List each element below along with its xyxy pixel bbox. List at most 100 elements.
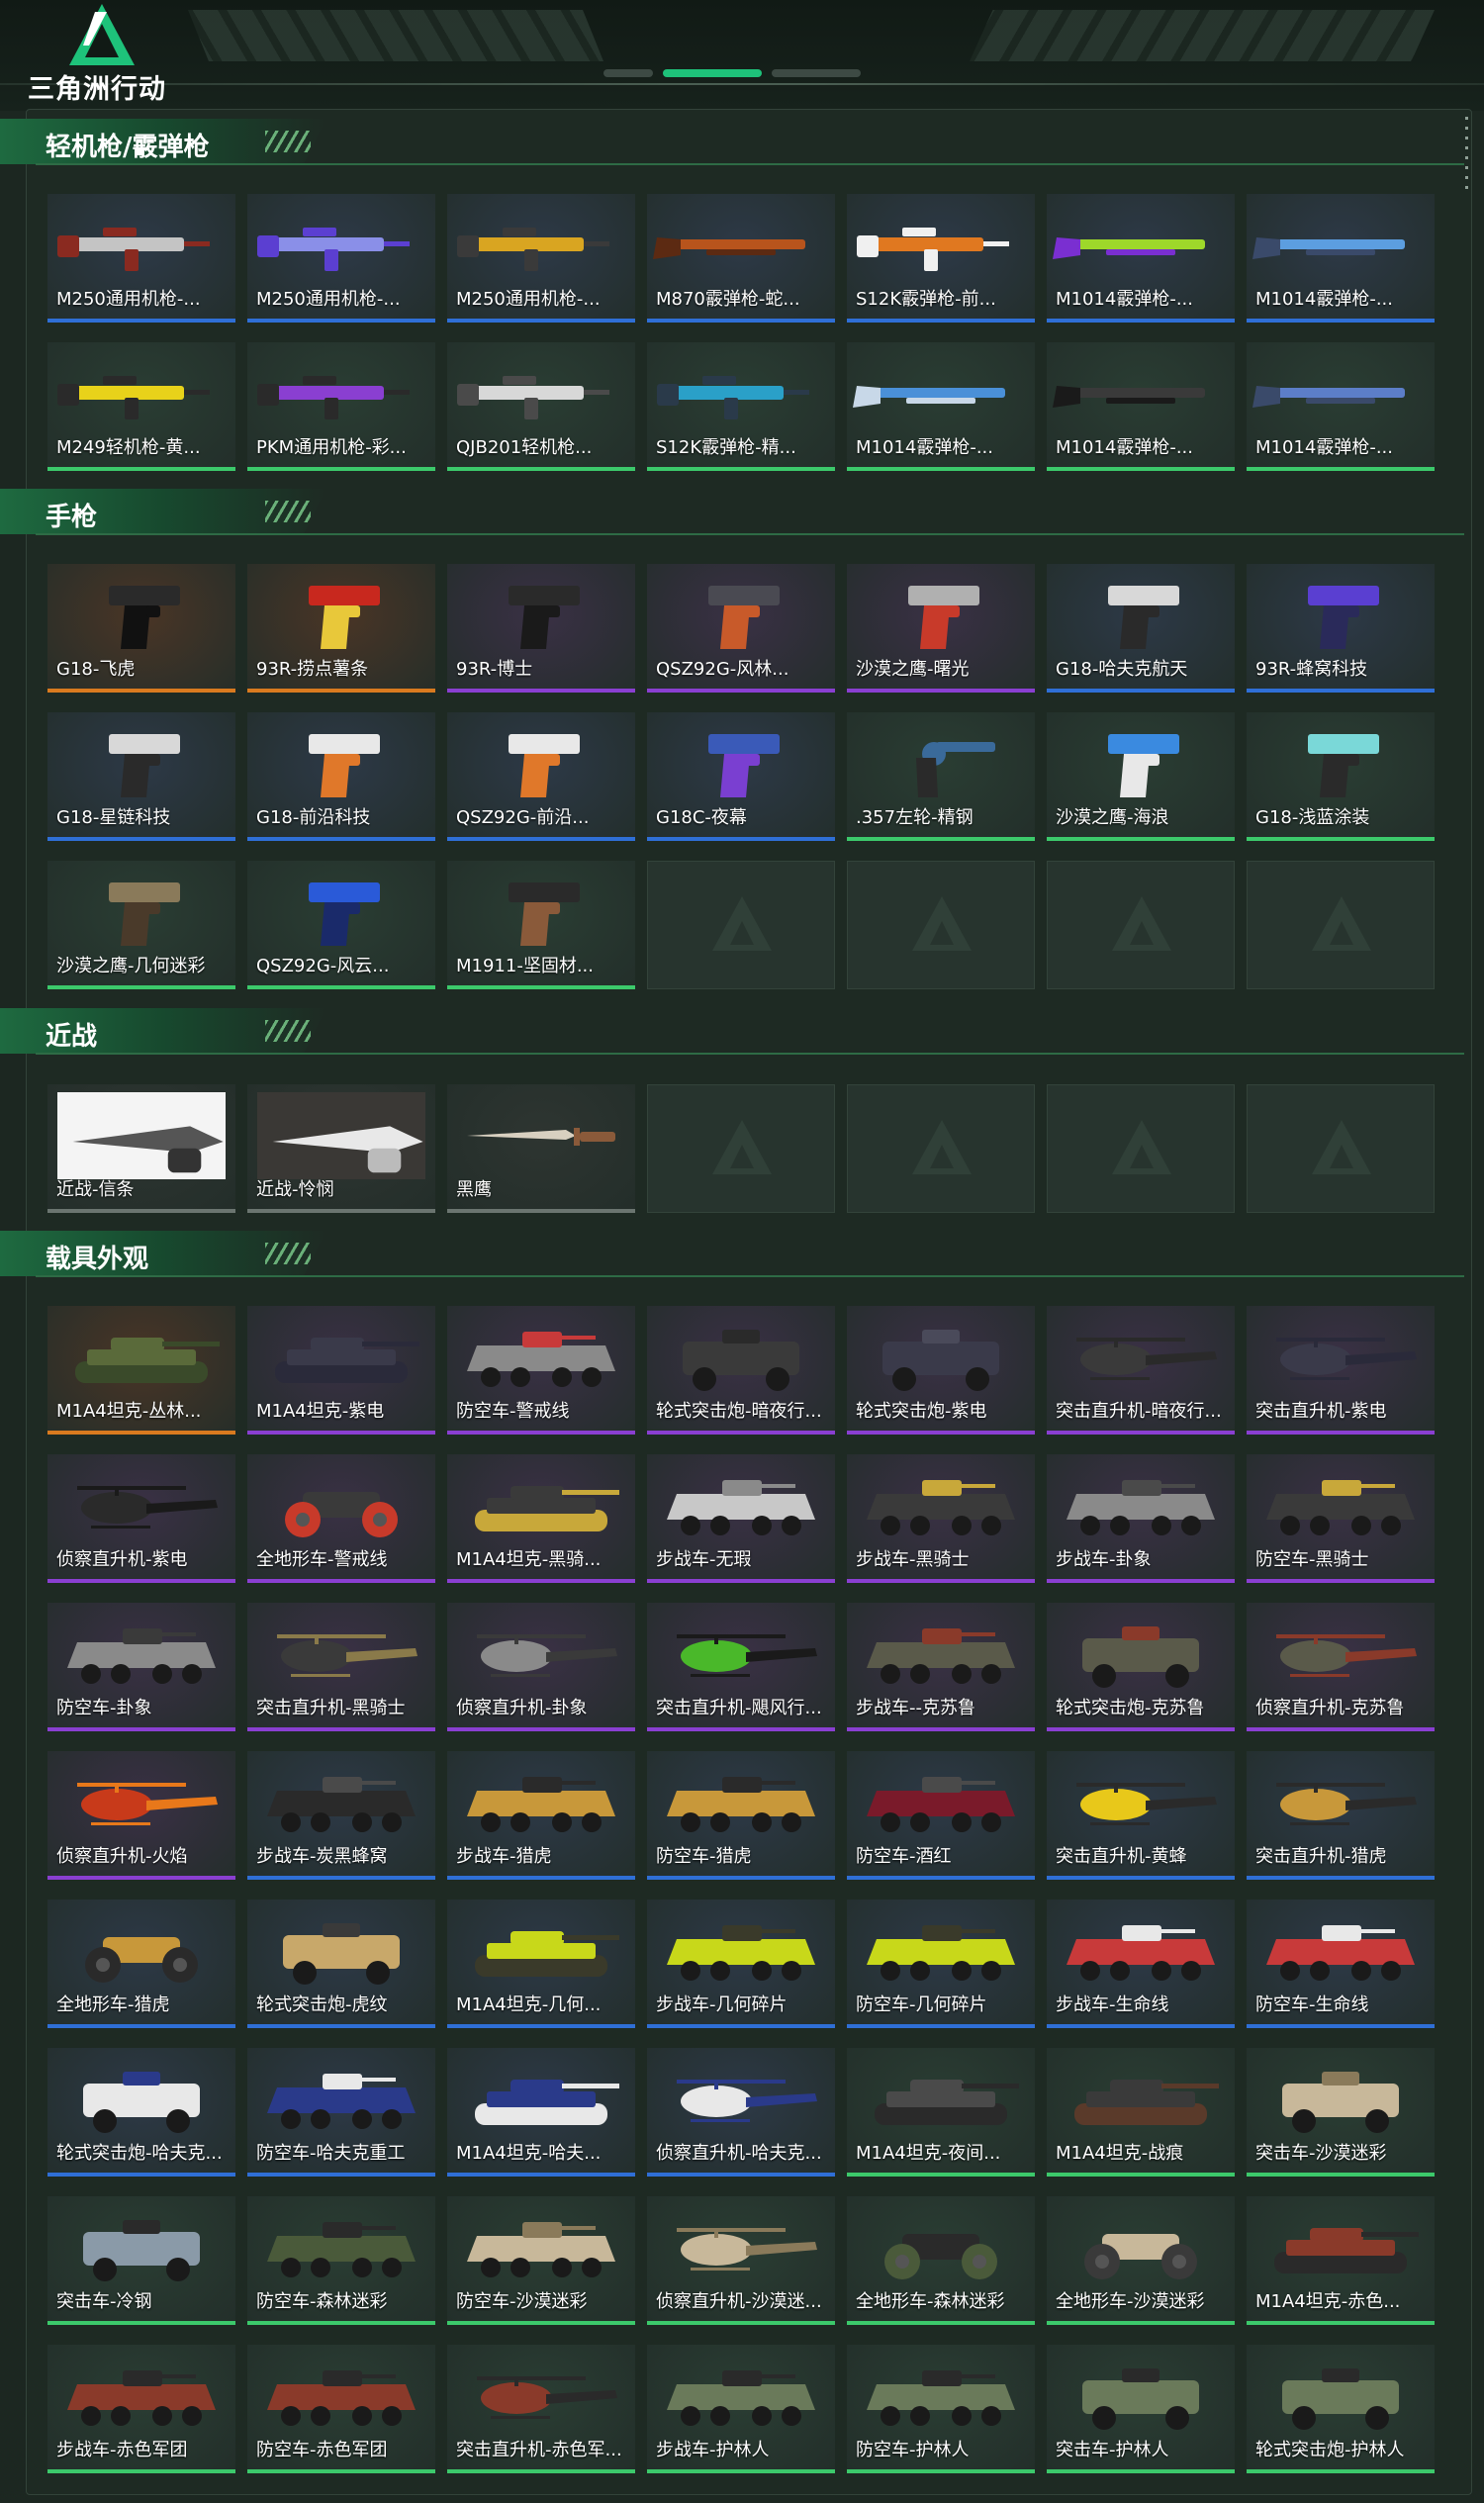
item-card[interactable]: M249轻机枪-黄... xyxy=(47,342,235,471)
item-card[interactable]: M250通用机枪-... xyxy=(47,194,235,323)
item-card[interactable]: 93R-博士 xyxy=(447,564,635,693)
item-card[interactable]: M1A4坦克-赤色... xyxy=(1247,2196,1435,2325)
item-card[interactable]: 轮式突击炮-克苏鲁 xyxy=(1047,1603,1235,1731)
item-card[interactable]: 步战车-卦象 xyxy=(1047,1454,1235,1583)
item-card[interactable]: M1A4坦克-夜间... xyxy=(847,2048,1035,2177)
item-card[interactable]: 防空车-哈夫克重工 xyxy=(247,2048,435,2177)
rarity-strip xyxy=(47,1876,235,1880)
item-card[interactable]: QSZ92G-风林... xyxy=(647,564,835,693)
item-card[interactable]: 步战车-几何碎片 xyxy=(647,1900,835,2028)
item-card[interactable]: S12K霰弹枪-前... xyxy=(847,194,1035,323)
item-card[interactable]: 突击直升机-紫电 xyxy=(1247,1306,1435,1435)
item-card[interactable]: 防空车-黑骑士 xyxy=(1247,1454,1435,1583)
rarity-strip xyxy=(647,689,835,693)
item-card[interactable]: QJB201轻机枪... xyxy=(447,342,635,471)
item-card[interactable]: 全地形车-森林迷彩 xyxy=(847,2196,1035,2325)
item-card[interactable]: .357左轮-精钢 xyxy=(847,712,1035,841)
item-card[interactable]: 93R-捞点薯条 xyxy=(247,564,435,693)
item-card[interactable]: M1A4坦克-黑骑... xyxy=(447,1454,635,1583)
item-card[interactable]: G18-前沿科技 xyxy=(247,712,435,841)
item-card[interactable]: 轮式突击炮-护林人 xyxy=(1247,2345,1435,2473)
item-card[interactable]: 步战车-生命线 xyxy=(1047,1900,1235,2028)
item-card[interactable]: 防空车-警戒线 xyxy=(447,1306,635,1435)
heli-image xyxy=(47,1454,235,1553)
item-card[interactable]: 突击直升机-飓风行... xyxy=(647,1603,835,1731)
item-card[interactable]: M1014霰弹枪-... xyxy=(1047,194,1235,323)
item-card[interactable]: M1A4坦克-丛林... xyxy=(47,1306,235,1435)
item-card[interactable]: 侦察直升机-卦象 xyxy=(447,1603,635,1731)
item-card[interactable]: G18-哈夫克航天 xyxy=(1047,564,1235,693)
item-card[interactable]: 防空车-沙漠迷彩 xyxy=(447,2196,635,2325)
item-card[interactable]: 93R-蜂窝科技 xyxy=(1247,564,1435,693)
item-card[interactable]: M870霰弹枪-蛇... xyxy=(647,194,835,323)
item-card[interactable]: 突击直升机-赤色军... xyxy=(447,2345,635,2473)
item-card[interactable]: 轮式突击炮-虎纹 xyxy=(247,1900,435,2028)
item-card[interactable]: 侦察直升机-克苏鲁 xyxy=(1247,1603,1435,1731)
item-card[interactable]: M1014霰弹枪-... xyxy=(1247,342,1435,471)
item-card[interactable]: QSZ92G-前沿... xyxy=(447,712,635,841)
item-card[interactable]: 步战车--克苏鲁 xyxy=(847,1603,1035,1731)
item-card[interactable]: 近战-信条 xyxy=(47,1084,235,1213)
item-card[interactable]: M1911-坚固材... xyxy=(447,861,635,989)
item-card[interactable]: 防空车-森林迷彩 xyxy=(247,2196,435,2325)
item-card[interactable]: 突击车-冷钢 xyxy=(47,2196,235,2325)
item-card[interactable]: 步战车-赤色军团 xyxy=(47,2345,235,2473)
shotgun-image xyxy=(1047,342,1235,441)
item-card[interactable]: 防空车-几何碎片 xyxy=(847,1900,1035,2028)
item-card[interactable]: M1A4坦克-紫电 xyxy=(247,1306,435,1435)
scrollbar-handle[interactable] xyxy=(1464,117,1470,189)
item-card[interactable]: 突击直升机-猎虎 xyxy=(1247,1751,1435,1880)
item-card[interactable]: G18C-夜幕 xyxy=(647,712,835,841)
item-card[interactable]: 黑鹰 xyxy=(447,1084,635,1213)
item-card[interactable]: 侦察直升机-沙漠迷... xyxy=(647,2196,835,2325)
section-divider xyxy=(36,533,1464,535)
item-card[interactable]: PKM通用机枪-彩... xyxy=(247,342,435,471)
item-card[interactable]: 全地形车-猎虎 xyxy=(47,1900,235,2028)
item-card[interactable]: 侦察直升机-紫电 xyxy=(47,1454,235,1583)
item-card[interactable]: M1014霰弹枪-... xyxy=(1247,194,1435,323)
item-card[interactable]: 突击直升机-黑骑士 xyxy=(247,1603,435,1731)
item-card[interactable]: 防空车-猎虎 xyxy=(647,1751,835,1880)
item-card[interactable]: M250通用机枪-... xyxy=(447,194,635,323)
item-card[interactable]: G18-浅蓝涂装 xyxy=(1247,712,1435,841)
item-card[interactable]: 防空车-卦象 xyxy=(47,1603,235,1731)
item-card[interactable]: M250通用机枪-... xyxy=(247,194,435,323)
item-card[interactable]: M1014霰弹枪-... xyxy=(1047,342,1235,471)
item-card[interactable]: M1A4坦克-哈夫... xyxy=(447,2048,635,2177)
item-card[interactable]: 轮式突击炮-暗夜行... xyxy=(647,1306,835,1435)
item-card[interactable]: 步战车-炭黑蜂窝 xyxy=(247,1751,435,1880)
item-card[interactable]: M1014霰弹枪-... xyxy=(847,342,1035,471)
item-card[interactable]: QSZ92G-风云... xyxy=(247,861,435,989)
item-name: 突击直升机-飓风行... xyxy=(656,1698,822,1718)
item-card[interactable]: G18-飞虎 xyxy=(47,564,235,693)
item-card[interactable]: 步战车-护林人 xyxy=(647,2345,835,2473)
item-card[interactable]: 突击车-沙漠迷彩 xyxy=(1247,2048,1435,2177)
item-card[interactable]: 步战车-黑骑士 xyxy=(847,1454,1035,1583)
item-card[interactable]: 沙漠之鹰-曙光 xyxy=(847,564,1035,693)
item-card[interactable]: 突击直升机-黄蜂 xyxy=(1047,1751,1235,1880)
item-card[interactable]: 沙漠之鹰-几何迷彩 xyxy=(47,861,235,989)
item-name: M1A4坦克-丛林... xyxy=(56,1401,202,1422)
item-card[interactable]: 突击直升机-暗夜行... xyxy=(1047,1306,1235,1435)
item-card[interactable]: 全地形车-沙漠迷彩 xyxy=(1047,2196,1235,2325)
item-card[interactable]: 沙漠之鹰-海浪 xyxy=(1047,712,1235,841)
item-card[interactable]: 防空车-酒红 xyxy=(847,1751,1035,1880)
item-card[interactable]: 轮式突击炮-哈夫克... xyxy=(47,2048,235,2177)
item-card[interactable]: 步战车-无瑕 xyxy=(647,1454,835,1583)
item-card[interactable]: 轮式突击炮-紫电 xyxy=(847,1306,1035,1435)
item-card[interactable]: 防空车-生命线 xyxy=(1247,1900,1435,2028)
item-card[interactable]: 侦察直升机-哈夫克... xyxy=(647,2048,835,2177)
item-card[interactable]: 近战-怜悯 xyxy=(247,1084,435,1213)
item-card[interactable]: G18-星链科技 xyxy=(47,712,235,841)
item-card[interactable]: 防空车-赤色军团 xyxy=(247,2345,435,2473)
rarity-strip xyxy=(647,2469,835,2473)
rarity-strip xyxy=(447,2173,635,2177)
item-card[interactable]: 全地形车-警戒线 xyxy=(247,1454,435,1583)
item-card[interactable]: 突击车-护林人 xyxy=(1047,2345,1235,2473)
item-card[interactable]: S12K霰弹枪-精... xyxy=(647,342,835,471)
item-card[interactable]: M1A4坦克-几何... xyxy=(447,1900,635,2028)
item-card[interactable]: M1A4坦克-战痕 xyxy=(1047,2048,1235,2177)
item-card[interactable]: 侦察直升机-火焰 xyxy=(47,1751,235,1880)
item-card[interactable]: 防空车-护林人 xyxy=(847,2345,1035,2473)
item-card[interactable]: 步战车-猎虎 xyxy=(447,1751,635,1880)
